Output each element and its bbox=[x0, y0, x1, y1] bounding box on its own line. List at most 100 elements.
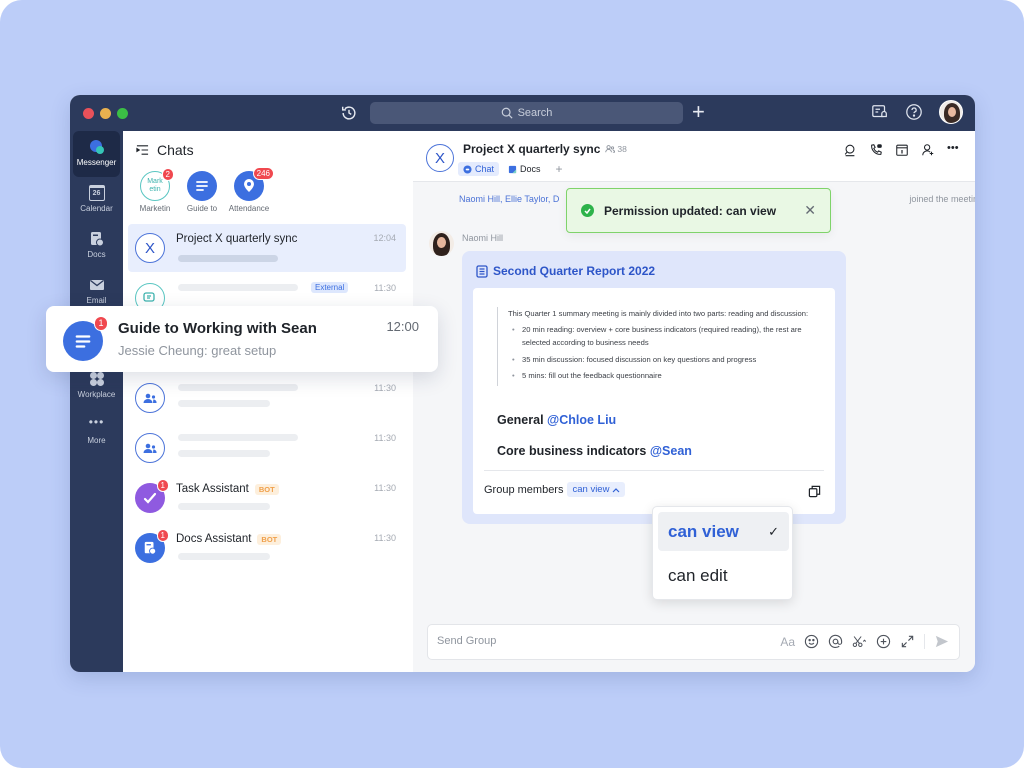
nav-item-more[interactable]: ••• More bbox=[73, 416, 120, 445]
nav-item-calendar[interactable]: 26 Calendar bbox=[73, 185, 120, 213]
task-check-icon bbox=[143, 492, 157, 504]
nav-item-messenger[interactable]: Messenger bbox=[73, 131, 120, 177]
add-icon[interactable]: + bbox=[692, 101, 705, 123]
assignment-label: General bbox=[497, 413, 544, 427]
title-bar: Search + bbox=[70, 95, 975, 131]
preview-placeholder bbox=[178, 553, 270, 560]
external-chat-icon bbox=[143, 292, 155, 302]
chat-row-docs-assistant[interactable]: 1 Docs Assistant BOT 11:30 bbox=[128, 524, 406, 572]
chat-avatar bbox=[135, 433, 165, 463]
chevron-up-icon bbox=[613, 487, 620, 492]
app-window: Search + Messenger 26 Calendar Docs Emai… bbox=[70, 95, 975, 672]
doc-message-card[interactable]: Second Quarter Report 2022 This Quarter … bbox=[462, 251, 846, 524]
chat-bubble-icon bbox=[463, 164, 472, 174]
add-tab-button[interactable]: + bbox=[550, 162, 569, 176]
notification-time: 12:00 bbox=[386, 319, 419, 334]
doc-title[interactable]: Second Quarter Report 2022 bbox=[476, 264, 655, 278]
unread-badge: 1 bbox=[156, 479, 169, 492]
doc-title-text: Second Quarter Report 2022 bbox=[493, 264, 656, 278]
nav-item-docs[interactable]: Docs bbox=[73, 231, 120, 259]
chat-avatar: X bbox=[135, 233, 165, 263]
joined-names[interactable]: Naomi Hill, Ellie Taylor, D bbox=[459, 194, 559, 204]
chat-row-group[interactable]: 11:30 bbox=[128, 374, 406, 422]
name-placeholder bbox=[178, 384, 298, 391]
screenshot-icon[interactable] bbox=[852, 634, 867, 649]
sender-name: Naomi Hill bbox=[462, 233, 504, 243]
chat-panel: X Project X quarterly sync 38 Chat Docs … bbox=[413, 131, 975, 672]
calendar-event-icon[interactable] bbox=[895, 143, 909, 157]
external-tag: External bbox=[311, 282, 349, 293]
chat-row-project-x[interactable]: X Project X quarterly sync 12:04 bbox=[128, 224, 406, 272]
chat-title: Project X quarterly sync 38 bbox=[463, 142, 627, 156]
add-member-icon[interactable] bbox=[921, 143, 935, 157]
member-count[interactable]: 38 bbox=[605, 144, 627, 154]
mention-link[interactable]: @Sean bbox=[650, 444, 692, 458]
chat-list-panel: Chats Mark etin 2 Marketin Guide to 246 … bbox=[123, 131, 413, 672]
option-can-view[interactable]: can view ✓ bbox=[658, 512, 789, 551]
group-icon bbox=[143, 393, 157, 403]
copy-link-icon[interactable] bbox=[808, 485, 821, 498]
nav-item-email[interactable]: Email bbox=[73, 277, 120, 305]
chat-name: Task Assistant BOT bbox=[176, 483, 279, 495]
preview-placeholder bbox=[178, 503, 270, 510]
message-composer[interactable]: Send Group Aa bbox=[427, 624, 960, 660]
sender-avatar[interactable] bbox=[429, 231, 454, 256]
more-options-icon[interactable]: ••• bbox=[947, 143, 961, 157]
tab-docs[interactable]: Docs bbox=[503, 162, 546, 176]
emoji-icon[interactable] bbox=[804, 634, 819, 649]
notification-subtitle: Jessie Cheung: great setup bbox=[118, 343, 277, 358]
expand-icon[interactable] bbox=[900, 634, 915, 649]
maximize-window-button[interactable] bbox=[117, 108, 128, 119]
mention-link[interactable]: @Chloe Liu bbox=[547, 413, 616, 427]
notification-settings-icon[interactable] bbox=[871, 103, 889, 121]
add-attachment-icon[interactable] bbox=[876, 634, 891, 649]
chat-time: 12:04 bbox=[373, 233, 396, 243]
nav-label: Workplace bbox=[77, 390, 116, 399]
permission-dropdown: can view ✓ can edit bbox=[652, 506, 793, 600]
collapse-sidebar-icon[interactable] bbox=[136, 144, 149, 156]
calendar-icon: 26 bbox=[88, 185, 105, 201]
message-notification[interactable]: 1 Guide to Working with Sean Jessie Cheu… bbox=[46, 306, 438, 372]
nav-label: Email bbox=[86, 296, 107, 305]
nav-item-workplace[interactable]: Workplace bbox=[73, 371, 120, 399]
messenger-icon bbox=[89, 140, 104, 154]
send-icon[interactable] bbox=[934, 634, 949, 649]
tab-chat[interactable]: Chat bbox=[458, 162, 500, 176]
name-placeholder bbox=[178, 284, 298, 291]
history-icon[interactable] bbox=[340, 104, 358, 122]
call-icon[interactable] bbox=[869, 143, 883, 157]
chat-row-task-assistant[interactable]: 1 Task Assistant BOT 11:30 bbox=[128, 474, 406, 522]
text-format-icon[interactable]: Aa bbox=[780, 635, 795, 649]
notification-avatar: 1 bbox=[63, 316, 108, 361]
avatar-text: Mark etin bbox=[147, 178, 163, 193]
doc-preview: This Quarter 1 summary meeting is mainly… bbox=[473, 288, 835, 514]
group-avatar[interactable]: X bbox=[426, 144, 454, 172]
docs-icon bbox=[90, 232, 104, 247]
docs-tab-icon bbox=[508, 165, 517, 173]
help-icon[interactable] bbox=[905, 103, 923, 121]
email-icon bbox=[89, 279, 104, 290]
preview-placeholder bbox=[178, 450, 270, 457]
name-placeholder bbox=[178, 434, 298, 441]
search-input[interactable]: Search bbox=[370, 102, 683, 124]
minimize-window-button[interactable] bbox=[100, 108, 111, 119]
option-can-edit[interactable]: can edit bbox=[658, 556, 789, 595]
composer-placeholder: Send Group bbox=[437, 635, 497, 647]
user-avatar[interactable] bbox=[939, 100, 963, 124]
workplace-icon bbox=[89, 372, 104, 386]
group-icon bbox=[143, 443, 157, 453]
doc-lines-icon bbox=[75, 334, 91, 348]
preview-placeholder bbox=[178, 400, 270, 407]
assignment-core: Core business indicators @Sean bbox=[497, 444, 692, 458]
permission-select[interactable]: can view bbox=[567, 482, 626, 497]
app-nav: Messenger 26 Calendar Docs Email Workpla… bbox=[70, 131, 123, 672]
search-chat-icon[interactable] bbox=[843, 143, 857, 157]
doc-quote: This Quarter 1 summary meeting is mainly… bbox=[497, 307, 812, 386]
close-window-button[interactable] bbox=[83, 108, 94, 119]
unread-badge: 2 bbox=[161, 168, 174, 181]
mention-icon[interactable] bbox=[828, 634, 843, 649]
pinned-chat-attendance[interactable]: 246 Attendance bbox=[221, 167, 277, 213]
chat-row-group[interactable]: 11:30 bbox=[128, 424, 406, 472]
permission-value: can view bbox=[572, 484, 610, 495]
close-toast-icon[interactable]: ✕ bbox=[804, 202, 816, 219]
